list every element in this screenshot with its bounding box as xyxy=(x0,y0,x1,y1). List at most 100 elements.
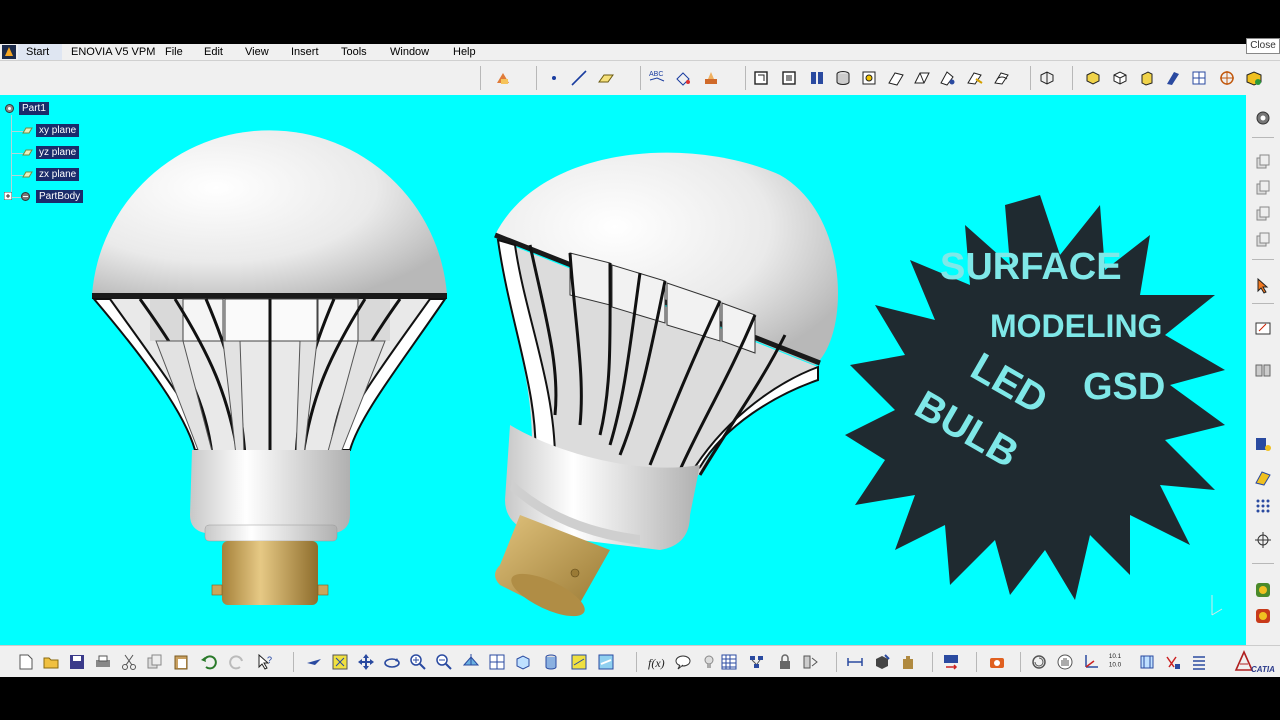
join-icon[interactable] xyxy=(993,69,1011,87)
point-icon[interactable] xyxy=(545,69,563,87)
menu-file[interactable]: File xyxy=(165,45,183,59)
sphere-icon[interactable] xyxy=(808,69,826,87)
tool-palette-icon[interactable] xyxy=(1254,581,1272,599)
open-icon[interactable] xyxy=(42,653,60,671)
swap-visible-icon[interactable] xyxy=(1030,653,1048,671)
render-icon[interactable] xyxy=(1245,69,1263,87)
transfer-icon[interactable] xyxy=(1254,205,1272,223)
measure-icon[interactable] xyxy=(675,69,693,87)
extract-icon[interactable] xyxy=(1164,69,1182,87)
fly-icon[interactable] xyxy=(305,653,323,671)
rotate-icon[interactable] xyxy=(383,653,401,671)
toolbar-separator xyxy=(536,66,537,90)
catia-app-icon[interactable] xyxy=(2,45,16,59)
whats-this-icon[interactable]: ? xyxy=(256,653,274,671)
menu-start[interactable]: Start xyxy=(26,45,49,59)
fit-all-icon[interactable] xyxy=(331,653,349,671)
list-icon[interactable] xyxy=(1190,653,1208,671)
offset-icon[interactable] xyxy=(860,69,878,87)
plane-icon[interactable] xyxy=(597,69,615,87)
catalog-icon[interactable] xyxy=(802,653,820,671)
grid-icon[interactable]: 10.110.0 xyxy=(1108,651,1126,669)
menu-view[interactable]: View xyxy=(245,45,269,59)
symbol-icon[interactable] xyxy=(1164,653,1182,671)
pan-icon[interactable] xyxy=(357,653,375,671)
snap-icon[interactable] xyxy=(1254,531,1272,549)
lock-icon[interactable] xyxy=(776,653,794,671)
paste-icon[interactable] xyxy=(1254,179,1272,197)
copy-icon[interactable] xyxy=(1254,153,1272,171)
line-icon[interactable] xyxy=(570,69,588,87)
trim-icon[interactable] xyxy=(1111,69,1129,87)
redo-icon[interactable] xyxy=(228,653,246,671)
update-icon[interactable] xyxy=(942,653,960,671)
constraint-icon[interactable] xyxy=(1254,361,1272,379)
paste-icon[interactable] xyxy=(172,653,190,671)
text-icon[interactable]: ABC xyxy=(648,67,666,85)
save-icon[interactable] xyxy=(68,653,86,671)
measure-between-icon[interactable] xyxy=(846,653,864,671)
copy-icon[interactable] xyxy=(146,653,164,671)
axis-compass[interactable] xyxy=(1211,595,1223,616)
shading-icon[interactable] xyxy=(542,653,560,671)
toolbar-separator xyxy=(1252,259,1274,260)
sweep-icon[interactable] xyxy=(887,69,905,87)
3d-viewport[interactable]: Part1 xy plane yz plane zx plane PartBod… xyxy=(0,95,1246,645)
knowledge-icon[interactable] xyxy=(700,653,718,671)
gear-icon[interactable] xyxy=(1254,109,1272,127)
measure-item-icon[interactable] xyxy=(873,653,891,671)
grid-icon[interactable] xyxy=(1254,497,1272,515)
menu-tools[interactable]: Tools xyxy=(341,45,367,59)
params-icon[interactable] xyxy=(748,653,766,671)
healing-icon[interactable] xyxy=(1038,69,1056,87)
select-icon[interactable] xyxy=(1254,277,1272,295)
close-button[interactable]: Close xyxy=(1246,38,1280,54)
normal-view-icon[interactable] xyxy=(462,653,480,671)
menu-enovia[interactable]: ENOVIA V5 VPM xyxy=(71,45,155,59)
zoom-out-icon[interactable] xyxy=(435,653,453,671)
print-icon[interactable] xyxy=(94,653,112,671)
extrude-icon[interactable] xyxy=(752,69,770,87)
swap-icon[interactable] xyxy=(597,653,615,671)
right-toolbar xyxy=(1246,95,1280,645)
multisection-icon[interactable] xyxy=(939,69,957,87)
split-icon[interactable] xyxy=(1084,69,1102,87)
bulb-front-view[interactable] xyxy=(91,130,447,605)
zoom-in-icon[interactable] xyxy=(409,653,427,671)
photo-icon[interactable] xyxy=(988,653,1006,671)
transform-icon[interactable] xyxy=(1218,69,1236,87)
hide-show-icon[interactable] xyxy=(570,653,588,671)
formula-icon[interactable]: f(x) xyxy=(648,653,666,671)
menu-edit[interactable]: Edit xyxy=(204,45,223,59)
datum-icon[interactable] xyxy=(1254,435,1272,453)
catia-logo-icon: CATIA xyxy=(1234,650,1275,674)
menu-window[interactable]: Window xyxy=(390,45,429,59)
analysis-icon[interactable] xyxy=(702,69,720,87)
table-icon[interactable] xyxy=(720,653,738,671)
menu-help[interactable]: Help xyxy=(453,45,476,59)
cut-icon[interactable] xyxy=(120,653,138,671)
publish-icon[interactable] xyxy=(1254,231,1272,249)
axis-system-icon[interactable] xyxy=(1082,653,1100,671)
cylinder-icon[interactable] xyxy=(834,69,852,87)
tube-icon[interactable] xyxy=(1138,653,1156,671)
toolbar-separator xyxy=(1252,303,1274,304)
sketch-icon[interactable] xyxy=(1254,319,1272,337)
multi-view-icon[interactable] xyxy=(488,653,506,671)
new-icon[interactable] xyxy=(17,653,35,671)
revolve-icon[interactable] xyxy=(780,69,798,87)
blend-icon[interactable] xyxy=(966,69,984,87)
iso-view-icon[interactable] xyxy=(514,653,532,671)
menu-insert[interactable]: Insert xyxy=(291,45,319,59)
surface-icon[interactable] xyxy=(1254,469,1272,487)
fill-icon[interactable] xyxy=(913,69,931,87)
apply-material-icon[interactable] xyxy=(1254,607,1272,625)
mass-icon[interactable] xyxy=(899,653,917,671)
comment-icon[interactable] xyxy=(674,653,692,671)
hand-icon[interactable] xyxy=(1056,653,1074,671)
bulb-iso-view[interactable] xyxy=(494,152,838,625)
undo-icon[interactable] xyxy=(200,653,218,671)
boundary-icon[interactable] xyxy=(1138,69,1156,87)
sketcher-icon[interactable] xyxy=(494,69,512,87)
fillet-icon[interactable] xyxy=(1190,69,1208,87)
